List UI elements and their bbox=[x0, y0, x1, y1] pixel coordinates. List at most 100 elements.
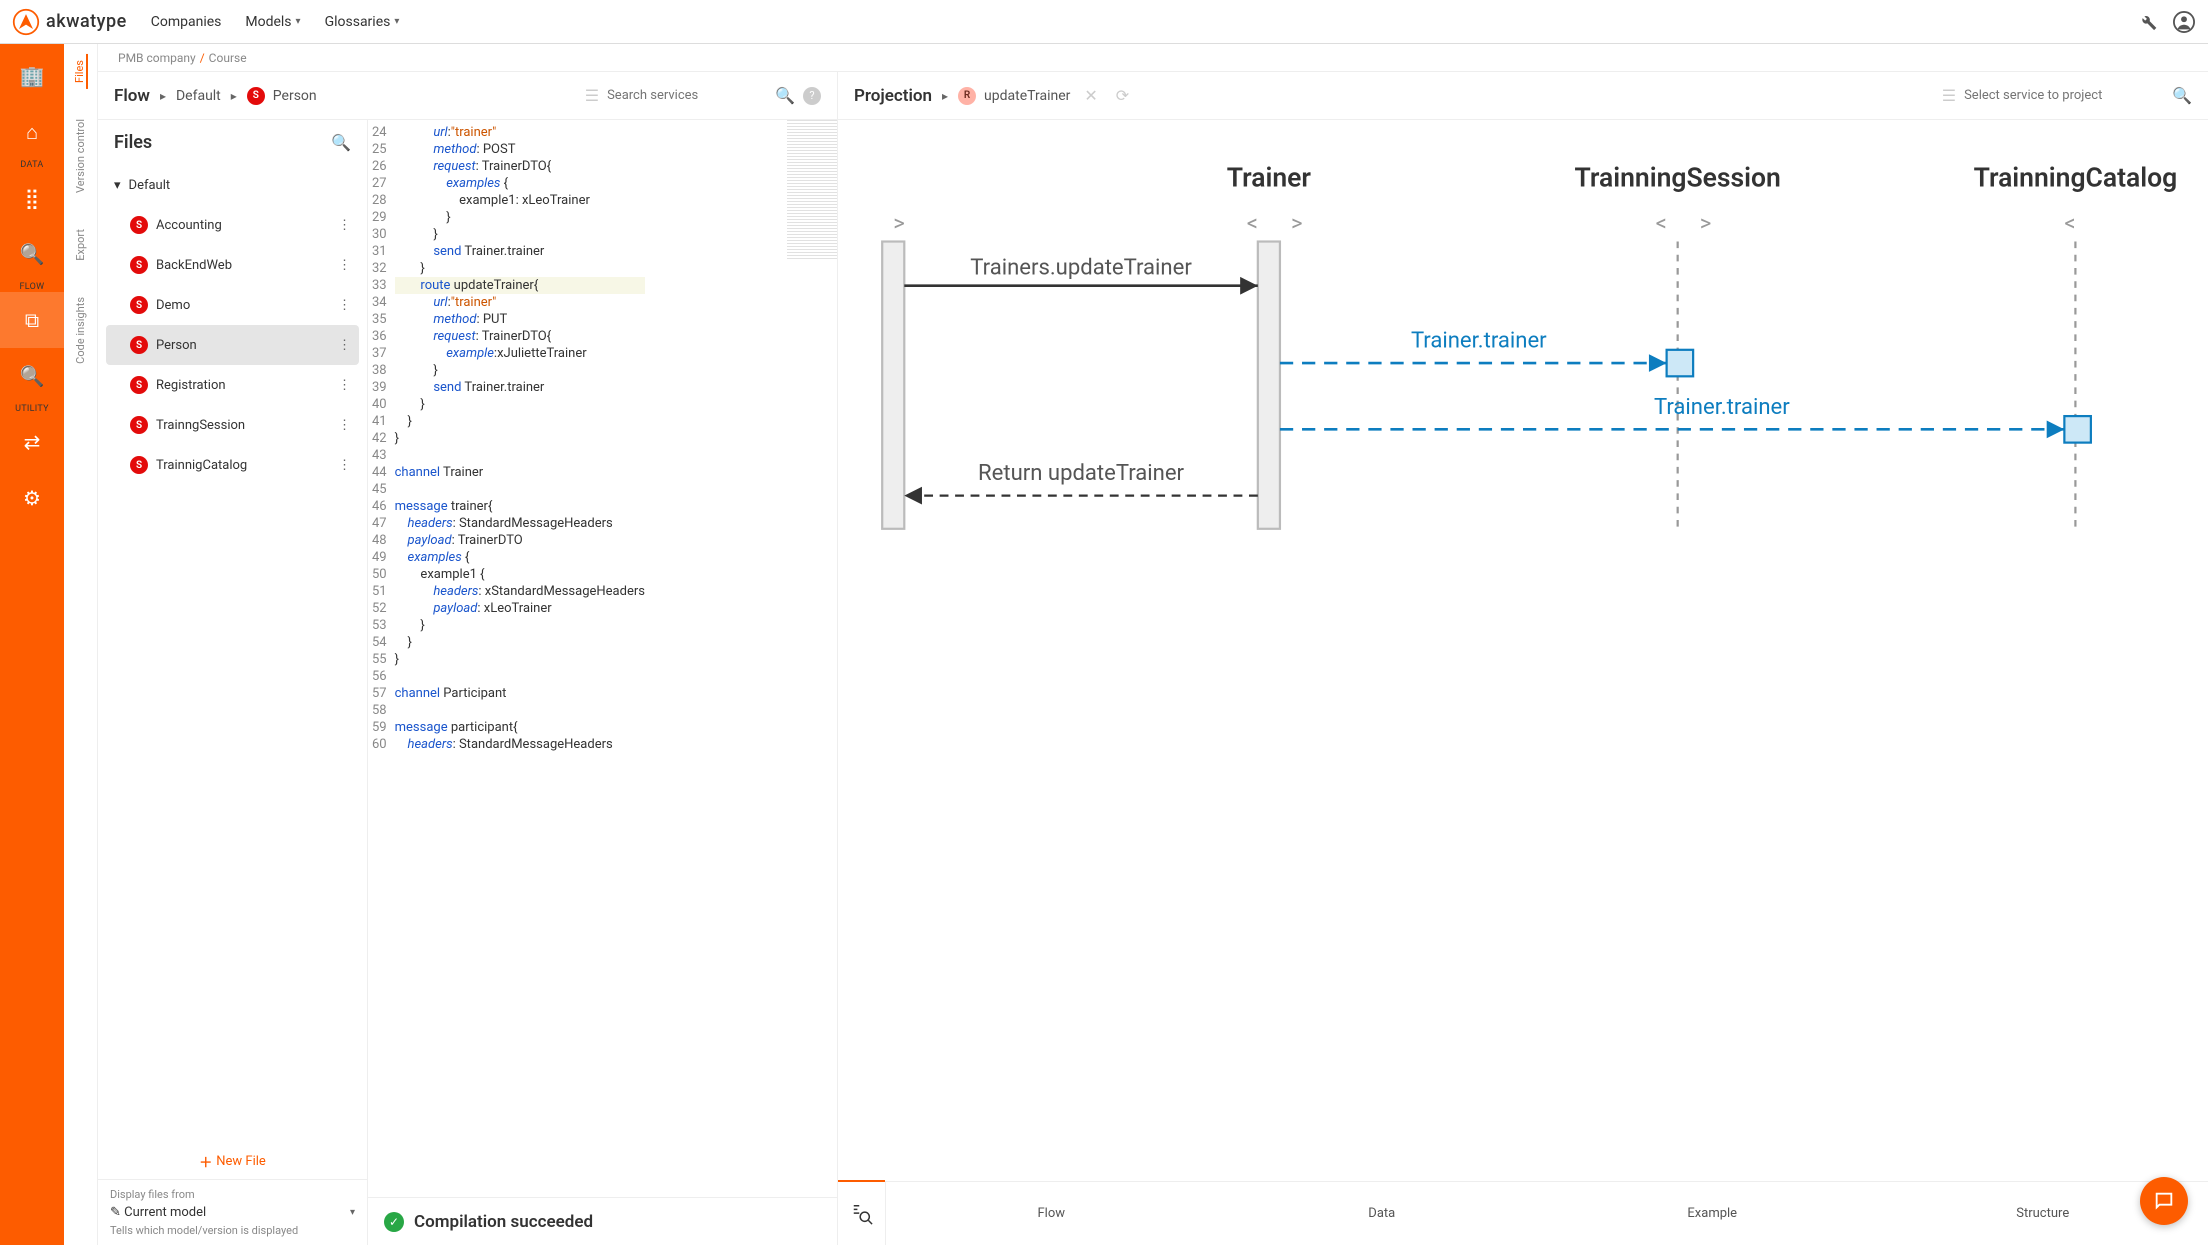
file-item-accounting[interactable]: SAccounting⋮ bbox=[106, 205, 359, 245]
projection-tool-button[interactable] bbox=[838, 1182, 886, 1245]
service-badge: S bbox=[130, 256, 148, 274]
plus-icon: ＋ bbox=[199, 1152, 212, 1171]
service-badge: S bbox=[247, 87, 265, 105]
chat-fab[interactable] bbox=[2140, 1177, 2188, 1225]
help-icon[interactable]: ? bbox=[803, 87, 821, 105]
more-icon[interactable]: ⋮ bbox=[338, 298, 351, 313]
sidebar-label-utility: UTILITY bbox=[15, 404, 49, 414]
file-item-demo[interactable]: SDemo⋮ bbox=[106, 285, 359, 325]
breadcrumb-company[interactable]: PMB company bbox=[118, 51, 196, 65]
topnav: Companies Models ▾ Glossaries ▾ bbox=[151, 14, 400, 30]
refresh-icon[interactable]: ⟳ bbox=[1116, 86, 1129, 105]
code-editor[interactable]: 2425262728293031323334353637383940414243… bbox=[368, 120, 837, 1197]
search-icon[interactable]: 🔍 bbox=[331, 133, 351, 152]
editor-gutter: 2425262728293031323334353637383940414243… bbox=[368, 120, 395, 1197]
file-item-person[interactable]: SPerson⋮ bbox=[106, 325, 359, 365]
svg-text:<: < bbox=[1247, 211, 1258, 236]
projection-tab-flow[interactable]: Flow bbox=[886, 1182, 1217, 1245]
settings-wrench-icon[interactable] bbox=[2136, 10, 2160, 34]
vtab-files[interactable]: Files bbox=[73, 54, 88, 89]
file-item-registration[interactable]: SRegistration⋮ bbox=[106, 365, 359, 405]
chevron-down-icon: ▾ bbox=[350, 1207, 355, 1218]
sidebar-left: 🏢 ⌂ DATA ⣿ 🔍 FLOW ⧉ 🔍 UTILITY ⇄ ⚙ bbox=[0, 44, 64, 1245]
merge-icon: ⇄ bbox=[24, 430, 41, 454]
chevron-down-icon: ▾ bbox=[296, 16, 301, 27]
sidebar-item-data2[interactable]: 🔍 bbox=[0, 226, 64, 282]
more-icon[interactable]: ⋮ bbox=[338, 378, 351, 393]
sidebar-item-building[interactable]: 🏢 bbox=[0, 48, 64, 104]
projection-tab-data[interactable]: Data bbox=[1217, 1182, 1548, 1245]
service-badge: S bbox=[130, 296, 148, 314]
tree-group-default[interactable]: ▾Default bbox=[106, 165, 359, 205]
projection-item[interactable]: updateTrainer bbox=[984, 88, 1070, 104]
sidebar-item-flow1[interactable]: ⧉ bbox=[0, 292, 64, 348]
search-services-input[interactable] bbox=[607, 88, 767, 103]
gear-icon: ⚙ bbox=[23, 486, 41, 510]
service-badge: S bbox=[130, 456, 148, 474]
editor-minimap[interactable] bbox=[787, 120, 837, 260]
nav-models[interactable]: Models ▾ bbox=[245, 14, 300, 30]
sidebar-label-data: DATA bbox=[20, 160, 43, 170]
chevron-right-icon: ▸ bbox=[160, 89, 166, 103]
nav-glossaries[interactable]: Glossaries ▾ bbox=[325, 14, 400, 30]
projection-search-input[interactable] bbox=[1964, 88, 2164, 103]
more-icon[interactable]: ⋮ bbox=[338, 458, 351, 473]
filter-icon[interactable]: ☰ bbox=[585, 86, 599, 105]
lane-session: TrainningSession bbox=[1575, 162, 1781, 193]
msg-return: Return updateTrainer bbox=[978, 461, 1185, 486]
search-icon: 🔍 bbox=[20, 242, 45, 266]
svg-text:>: > bbox=[893, 211, 905, 236]
logo-icon bbox=[12, 8, 40, 36]
new-file-button[interactable]: ＋ New File bbox=[199, 1152, 266, 1171]
breadcrumb-model[interactable]: Course bbox=[209, 51, 247, 65]
nav-companies[interactable]: Companies bbox=[151, 14, 222, 30]
chevron-right-icon: ▸ bbox=[231, 89, 237, 103]
vtab-code-insights[interactable]: Code insights bbox=[74, 291, 87, 370]
file-item-trainngsession[interactable]: STrainngSession⋮ bbox=[106, 405, 359, 445]
msg-send2: Trainer.trainer bbox=[1654, 395, 1790, 420]
sidebar-label-flow: FLOW bbox=[20, 282, 45, 292]
service-badge: S bbox=[130, 336, 148, 354]
file-item-backendweb[interactable]: SBackEndWeb⋮ bbox=[106, 245, 359, 285]
service-badge: S bbox=[130, 216, 148, 234]
topbar: akwatype Companies Models ▾ Glossaries ▾ bbox=[0, 0, 2208, 44]
vertical-tabs: Files Version control Export Code insigh… bbox=[64, 44, 98, 1245]
sidebar-item-flow2[interactable]: 🔍 bbox=[0, 348, 64, 404]
flow-icon: ⧉ bbox=[25, 308, 39, 332]
account-icon[interactable] bbox=[2172, 10, 2196, 34]
msg-send1: Trainer.trainer bbox=[1411, 329, 1547, 354]
vtab-version-control[interactable]: Version control bbox=[74, 113, 87, 199]
sidebar-item-util1[interactable]: ⇄ bbox=[0, 414, 64, 470]
files-foot-hint: Tells which model/version is displayed bbox=[110, 1224, 355, 1237]
search-icon[interactable]: 🔍 bbox=[775, 86, 795, 105]
search-icon: 🔍 bbox=[20, 364, 45, 388]
svg-text:<: < bbox=[2064, 211, 2075, 236]
close-icon[interactable]: ✕ bbox=[1084, 86, 1097, 105]
compile-status: ✓ Compilation succeeded bbox=[368, 1197, 837, 1245]
projection-footer: FlowDataExampleStructure bbox=[838, 1181, 2208, 1245]
flow-header: Flow ▸ Default ▸ S Person ☰ 🔍 ? bbox=[98, 72, 837, 120]
search-icon[interactable]: 🔍 bbox=[2172, 86, 2192, 105]
flow-path-person[interactable]: Person bbox=[273, 88, 317, 104]
more-icon[interactable]: ⋮ bbox=[338, 338, 351, 353]
more-icon[interactable]: ⋮ bbox=[338, 218, 351, 233]
model-selector[interactable]: ✎ Current model ▾ bbox=[110, 1201, 355, 1224]
more-icon[interactable]: ⋮ bbox=[338, 418, 351, 433]
sidebar-item-util2[interactable]: ⚙ bbox=[0, 470, 64, 526]
more-icon[interactable]: ⋮ bbox=[338, 258, 351, 273]
logo[interactable]: akwatype bbox=[12, 8, 127, 36]
projection-diagram[interactable]: Trainer TrainningSession TrainningCatalo… bbox=[838, 120, 2208, 1181]
flow-path-default[interactable]: Default bbox=[176, 88, 221, 104]
svg-text:<: < bbox=[1656, 211, 1667, 236]
projection-tab-example[interactable]: Example bbox=[1547, 1182, 1878, 1245]
home-icon: ⌂ bbox=[26, 120, 38, 145]
sidebar-item-home[interactable]: ⌂ bbox=[0, 104, 64, 160]
logo-text: akwatype bbox=[46, 11, 127, 32]
files-foot-label: Display files from bbox=[110, 1188, 355, 1201]
vtab-export[interactable]: Export bbox=[74, 223, 87, 267]
file-item-trainnigcatalog[interactable]: STrainnigCatalog⋮ bbox=[106, 445, 359, 485]
svg-text:>: > bbox=[1291, 211, 1303, 236]
editor-code[interactable]: url:"trainer" method: POST request: Trai… bbox=[395, 120, 645, 1197]
filter-icon[interactable]: ☰ bbox=[1942, 86, 1956, 105]
sidebar-item-data1[interactable]: ⣿ bbox=[0, 170, 64, 226]
